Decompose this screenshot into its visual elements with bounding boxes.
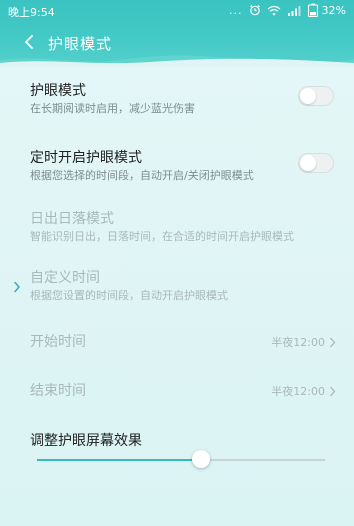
scheduled-row[interactable]: 定时开启护眼模式 根据您选择的时间段，自动开启/关闭护眼模式	[0, 143, 354, 187]
sunset-mode-title: 日出日落模式	[30, 211, 114, 227]
custom-time-title: 自定义时间	[30, 270, 100, 286]
custom-time-subtitle: 根据您设置的时间段，自动开启护眼模式	[30, 289, 228, 302]
eye-mode-title: 护眼模式	[30, 83, 86, 99]
eye-mode-subtitle: 在长期阅读时启用，减少蓝光伤害	[30, 102, 195, 115]
title-bar: 护眼模式	[0, 28, 354, 58]
status-time: 晚上9:54	[8, 6, 55, 19]
eye-mode-row[interactable]: 护眼模式 在长期阅读时启用，减少蓝光伤害	[0, 76, 354, 120]
battery-percent: 32%	[321, 3, 346, 17]
back-arrow-icon[interactable]	[22, 32, 36, 52]
start-time-value: 半夜12:00	[271, 336, 325, 349]
chevron-right-icon	[330, 337, 336, 347]
battery-icon	[307, 3, 318, 17]
chevron-right-icon	[330, 386, 336, 396]
toggle-knob	[300, 155, 316, 171]
start-time-row[interactable]: 开始时间 半夜12:00	[0, 329, 354, 353]
signal-icon	[287, 5, 301, 16]
toggle-knob	[300, 88, 316, 104]
end-time-value-group: 半夜12:00	[271, 383, 336, 399]
status-right: ... 32%	[229, 3, 346, 17]
effect-label: 调整护眼屏幕效果	[30, 433, 142, 449]
end-time-row[interactable]: 结束时间 半夜12:00	[0, 378, 354, 402]
start-time-label: 开始时间	[30, 334, 86, 350]
header-bar: 晚上9:54 ... 32% 护眼模式	[0, 0, 354, 66]
phone-screen: 晚上9:54 ... 32% 护眼模式 护眼模式 在长期阅读时启用，减少蓝光伤害…	[0, 0, 354, 526]
more-indicator: ...	[229, 3, 243, 17]
scheduled-subtitle: 根据您选择的时间段，自动开启/关闭护眼模式	[30, 169, 254, 182]
effect-slider-track[interactable]	[37, 459, 325, 461]
alarm-icon	[249, 4, 260, 16]
sunset-mode-row[interactable]: 日出日落模式 智能识别日出，日落时间，在合适的时间开启护眼模式	[0, 204, 354, 244]
effect-slider-fill	[37, 459, 202, 461]
end-time-value: 半夜12:00	[271, 385, 325, 398]
wifi-icon	[267, 5, 280, 15]
custom-time-row[interactable]: 自定义时间 根据您设置的时间段，自动开启护眼模式	[0, 263, 354, 303]
page-title: 护眼模式	[48, 35, 113, 53]
start-time-value-group: 半夜12:00	[271, 334, 336, 350]
scheduled-toggle[interactable]	[298, 153, 334, 173]
effect-row: 调整护眼屏幕效果	[0, 428, 354, 452]
scheduled-title: 定时开启护眼模式	[30, 150, 142, 166]
eye-mode-toggle[interactable]	[298, 86, 334, 106]
status-bar: 晚上9:54 ... 32%	[0, 0, 354, 20]
sunset-mode-subtitle: 智能识别日出，日落时间，在合适的时间开启护眼模式	[30, 230, 294, 243]
battery-indicator: 32%	[307, 3, 346, 17]
end-time-label: 结束时间	[30, 383, 86, 399]
